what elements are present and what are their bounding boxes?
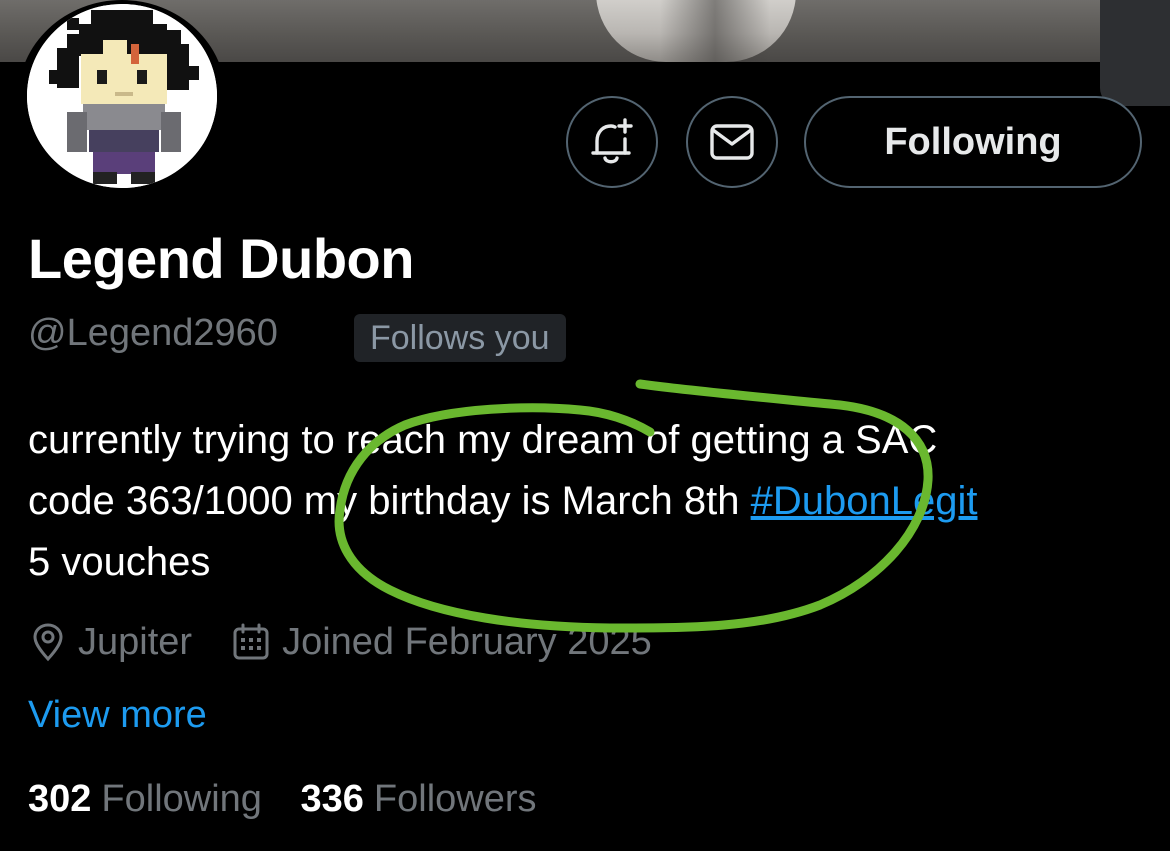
joined-item: Joined February 2025 — [232, 621, 652, 664]
profile-screen: Following Legend Dubon @Legend2960 Follo… — [0, 0, 1170, 851]
notifications-button[interactable] — [566, 96, 658, 188]
following-label: Following — [101, 778, 262, 820]
hashtag-link[interactable]: #DubonLegit — [751, 479, 978, 523]
profile-bio: currently trying to reach my dream of ge… — [28, 410, 1148, 593]
follows-you-badge: Follows you — [354, 314, 566, 362]
followers-stat[interactable]: 336 Followers — [301, 778, 537, 820]
followers-label: Followers — [373, 778, 537, 820]
location-item: Jupiter — [30, 621, 192, 664]
following-button[interactable]: Following — [804, 96, 1142, 188]
profile-meta: Jupiter Joined February 2025 — [30, 614, 692, 670]
followers-count: 336 — [300, 778, 364, 820]
avatar-image — [27, 4, 217, 188]
joined-text: Joined February 2025 — [282, 620, 652, 663]
location-text: Jupiter — [78, 620, 193, 663]
view-more-link[interactable]: View more — [28, 694, 207, 737]
bio-line-1: currently trying to reach my dream of ge… — [28, 418, 938, 462]
bio-line-2-text: code 363/1000 my birthday is March 8th — [28, 479, 751, 523]
banner-image-shadow — [660, 0, 770, 62]
following-stat[interactable]: 302 Following — [28, 778, 262, 820]
bell-plus-icon — [591, 118, 633, 164]
following-count: 302 — [28, 778, 92, 820]
avatar[interactable] — [18, 0, 226, 196]
overlay-panel-edge — [1100, 0, 1170, 106]
display-name: Legend Dubon — [28, 227, 414, 290]
location-pin-icon — [33, 623, 63, 662]
pixel-art-character-icon — [27, 4, 217, 188]
message-button[interactable] — [686, 96, 778, 188]
bio-line-3: 5 vouches — [28, 540, 211, 584]
envelope-icon — [710, 124, 754, 160]
follow-stats: 302 Following 336 Followers — [28, 778, 565, 821]
user-handle: @Legend2960 — [28, 312, 278, 354]
calendar-icon — [233, 623, 269, 660]
bio-line-2: code 363/1000 my birthday is March 8th #… — [28, 471, 1148, 532]
